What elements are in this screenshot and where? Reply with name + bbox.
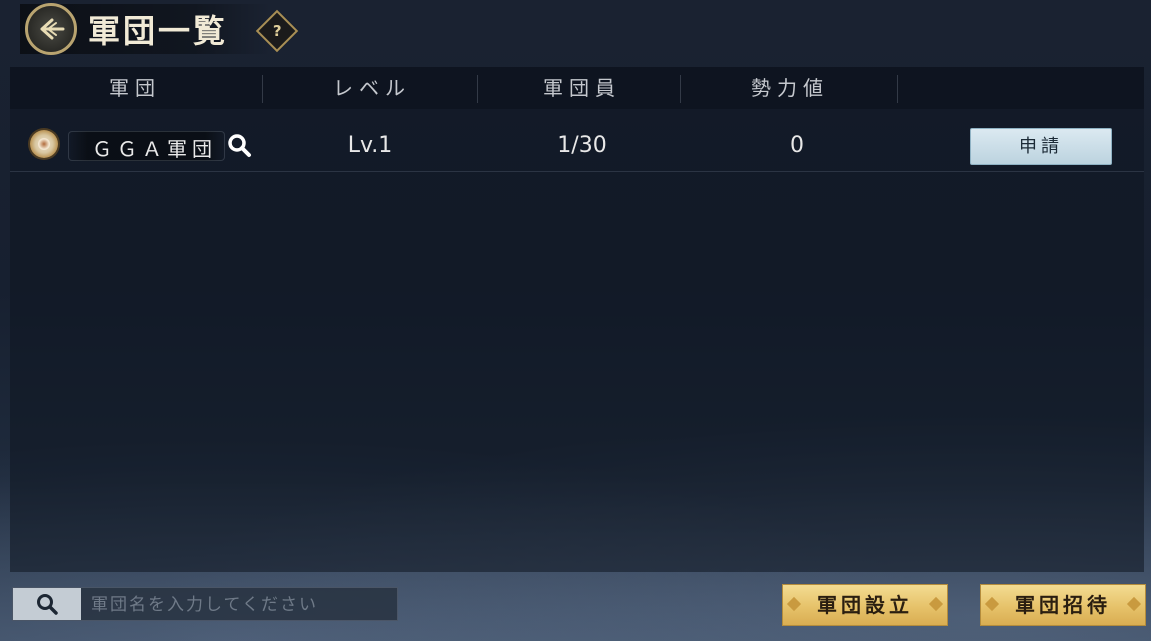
help-icon: ? (272, 21, 282, 40)
guild-members: 1/30 (557, 133, 607, 158)
back-button[interactable] (25, 3, 77, 55)
magnifier-icon[interactable] (226, 132, 252, 158)
column-header-power: 勢力値 (751, 76, 829, 100)
search-input[interactable] (89, 590, 393, 620)
table-header: 軍団 レベル 軍団員 勢力値 (10, 67, 1144, 109)
search-icon (37, 594, 58, 615)
column-divider (897, 75, 898, 103)
invite-guild-button[interactable]: 軍団招待 (980, 584, 1146, 626)
guild-emblem-icon (30, 130, 58, 158)
guild-power: 0 (790, 133, 804, 158)
guild-row[interactable]: ＧＧＡ軍団 Lv.1 1/30 0 申請 (10, 120, 1144, 172)
column-divider (680, 75, 681, 103)
column-header-guild: 軍団 (109, 76, 161, 100)
guild-list-panel: 軍団 レベル 軍団員 勢力値 ＧＧＡ軍団 Lv.1 1/30 0 申請 (10, 67, 1144, 572)
back-arrow-icon (40, 18, 65, 40)
column-header-members: 軍団員 (543, 76, 621, 100)
column-divider (262, 75, 263, 103)
guild-name: ＧＧＡ軍団 (92, 137, 217, 161)
search-button[interactable] (13, 588, 81, 620)
column-divider (477, 75, 478, 103)
guild-search-box[interactable] (12, 587, 398, 621)
apply-button[interactable]: 申請 (970, 128, 1112, 165)
page-title: 軍団一覧 (88, 12, 229, 50)
header: 軍団一覧 ? (0, 0, 1151, 62)
column-header-level: レベル (333, 76, 411, 100)
create-guild-button[interactable]: 軍団設立 (782, 584, 948, 626)
guild-level: Lv.1 (347, 133, 393, 158)
